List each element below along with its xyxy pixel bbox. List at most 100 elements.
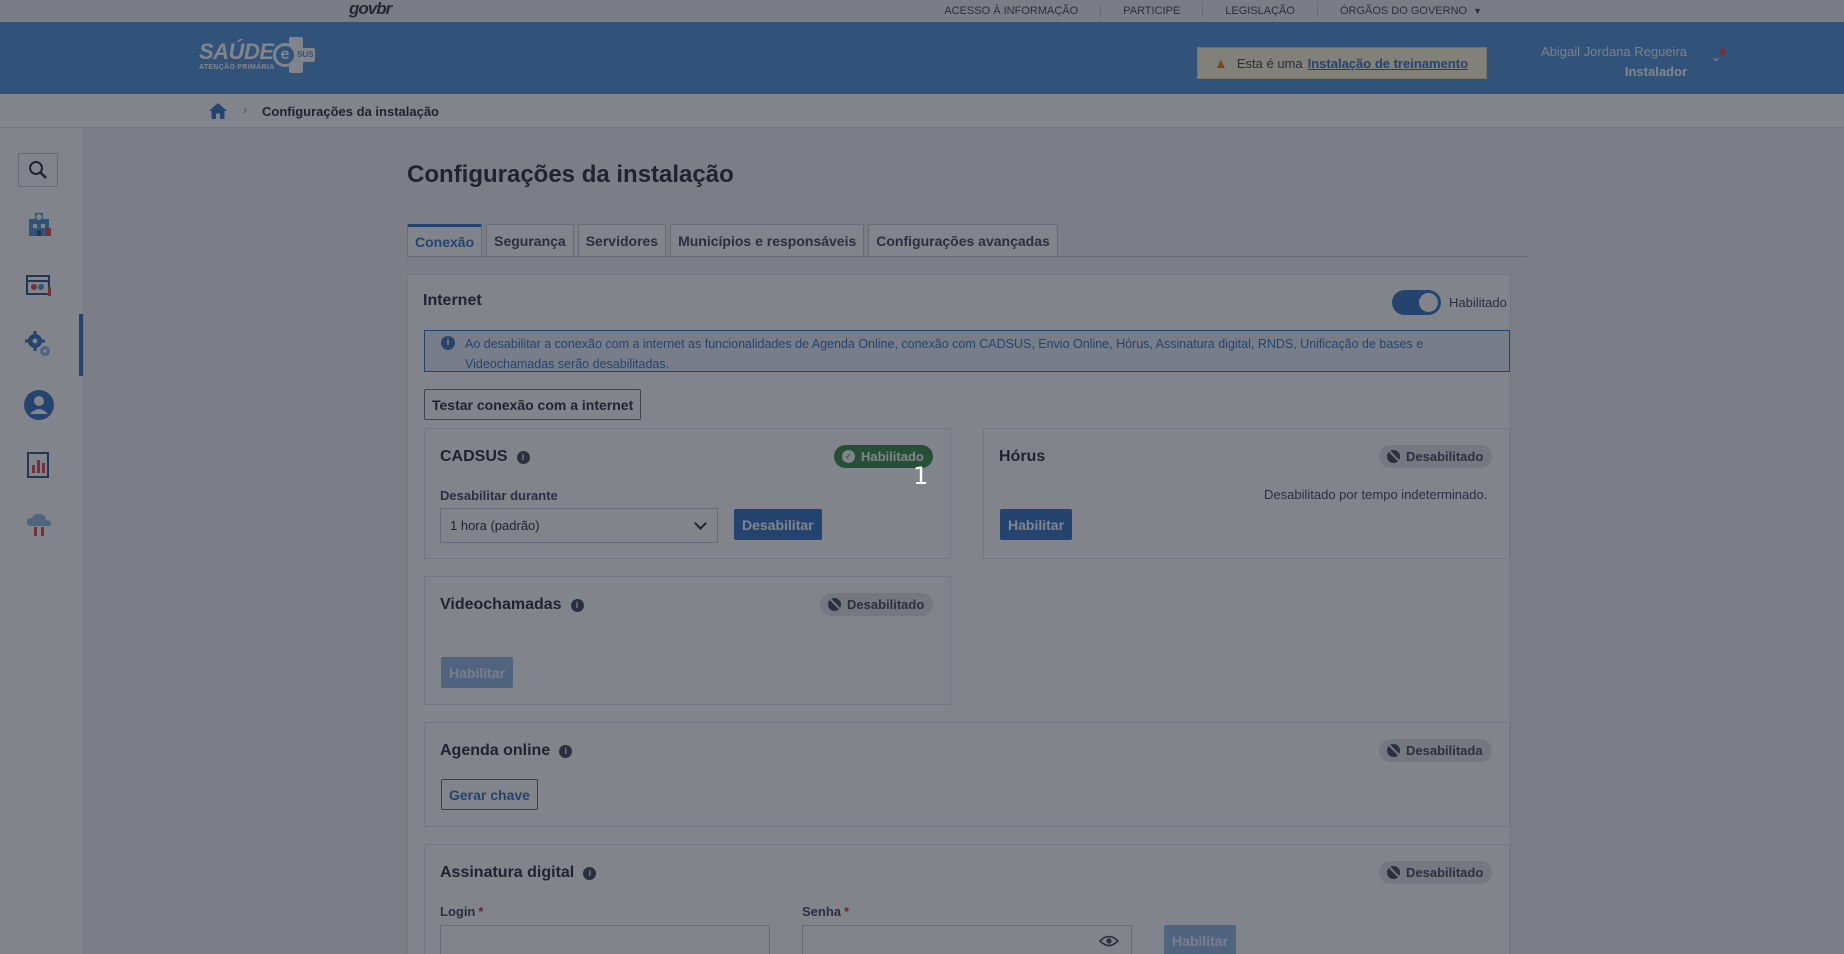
- disable-during-label: Desabilitar durante: [440, 488, 558, 503]
- horus-title: Hórus: [999, 448, 1046, 465]
- horus-status-badge: Desabilitado: [1379, 445, 1493, 468]
- agenda-card: [424, 722, 1510, 827]
- tab-seguranca[interactable]: Segurança: [486, 224, 574, 257]
- govbr-logo[interactable]: govbr: [349, 0, 392, 18]
- gov-links: ACESSO À INFORMAÇÃO PARTICIPE LEGISLAÇÃO…: [922, 0, 1504, 22]
- reports-icon[interactable]: [18, 444, 60, 486]
- videochamadas-status-text: Desabilitado: [847, 597, 925, 612]
- step-marker: 1: [913, 462, 929, 490]
- gov-link-orgaos-label: ÓRGÃOS DO GOVERNO: [1339, 5, 1468, 17]
- training-link[interactable]: Instalação de treinamento: [1308, 56, 1468, 71]
- training-banner: ▲ Esta é uma Instalação de treinamento: [1197, 47, 1487, 79]
- settings-icon[interactable]: [18, 324, 60, 366]
- agenda-status-badge: Desabilitada: [1379, 739, 1492, 762]
- breadcrumb-separator-icon: ›: [243, 103, 247, 117]
- training-prefix: Esta é uma: [1236, 55, 1303, 71]
- tab-bar: Conexão Segurança Servidores Municípios …: [407, 224, 1058, 257]
- warning-icon: ▲: [1214, 55, 1228, 71]
- videochamadas-title-text: Videochamadas: [440, 596, 562, 613]
- assinatura-status-text: Desabilitado: [1406, 865, 1484, 880]
- senha-label-text: Senha: [802, 904, 842, 919]
- info-icon[interactable]: i: [570, 598, 584, 612]
- page-title: Configurações da instalação: [407, 161, 734, 188]
- senha-input[interactable]: [802, 925, 1132, 954]
- disabled-icon: [828, 598, 841, 611]
- user-name: Abigail Jordana Regueira: [1541, 44, 1687, 59]
- assinatura-title: Assinatura digital i: [440, 864, 597, 882]
- chevron-down-icon: ▼: [1473, 6, 1482, 16]
- user-role: Instalador: [1624, 64, 1687, 79]
- assinatura-status-badge: Desabilitado: [1379, 861, 1493, 884]
- chevron-down-icon: [694, 517, 707, 530]
- user-menu[interactable]: Abigail Jordana Regueira Instalador: [1541, 44, 1687, 79]
- user-icon[interactable]: [18, 384, 60, 426]
- gov-bar: govbr ACESSO À INFORMAÇÃO PARTICIPE LEGI…: [0, 0, 1844, 22]
- info-text: Ao desabilitar a conexão com a internet …: [465, 337, 1424, 371]
- sidebar: [0, 128, 84, 954]
- search-icon[interactable]: [18, 153, 58, 187]
- cloud-sync-icon[interactable]: [18, 504, 60, 546]
- required-mark: *: [478, 904, 484, 919]
- brand-e: e: [273, 43, 297, 67]
- videochamadas-enable-button[interactable]: Habilitar: [441, 657, 514, 688]
- login-label-text: Login: [440, 904, 476, 919]
- agenda-status-text: Desabilitada: [1406, 743, 1483, 758]
- disabled-icon: [1387, 744, 1400, 757]
- senha-label: Senha *: [802, 904, 849, 919]
- login-input[interactable]: [440, 925, 770, 954]
- assinatura-title-text: Assinatura digital: [440, 864, 575, 881]
- gov-link-orgaos[interactable]: ÓRGÃOS DO GOVERNO ▼: [1316, 4, 1504, 18]
- internet-title: Internet: [423, 292, 482, 309]
- info-icon[interactable]: i: [516, 450, 530, 464]
- horus-note: Desabilitado por tempo indeterminado.: [1264, 487, 1488, 502]
- unit-icon[interactable]: [18, 204, 60, 246]
- internet-toggle[interactable]: [1392, 290, 1441, 315]
- sidebar-active-indicator: [79, 314, 83, 376]
- info-icon[interactable]: i: [559, 744, 573, 758]
- horus-status-text: Desabilitado: [1406, 449, 1484, 464]
- brand-title: SAÚDE: [199, 39, 274, 64]
- videochamadas-status-badge: Desabilitado: [820, 593, 934, 616]
- disabled-icon: [1387, 866, 1400, 879]
- schedule-icon[interactable]: [18, 264, 60, 306]
- agenda-title-text: Agenda online: [440, 742, 551, 759]
- assinatura-enable-button[interactable]: Habilitar: [1164, 925, 1237, 954]
- tab-conexao[interactable]: Conexão: [407, 224, 483, 257]
- gov-link-legislacao[interactable]: LEGISLAÇÃO: [1202, 4, 1317, 18]
- login-label: Login *: [440, 904, 483, 919]
- gov-link-participe[interactable]: PARTICIPE: [1100, 4, 1202, 18]
- toggle-knob: [1419, 293, 1438, 312]
- info-alert: i Ao desabilitar a conexão com a interne…: [424, 330, 1510, 372]
- tab-configuracoes-avancadas[interactable]: Configurações avançadas: [868, 224, 1058, 257]
- cadsus-disable-button[interactable]: Desabilitar: [734, 509, 822, 540]
- info-icon[interactable]: i: [583, 866, 597, 880]
- required-mark: *: [844, 904, 850, 919]
- brand-subtitle: ATENÇÃO PRIMÁRIA: [199, 64, 275, 71]
- gov-link-acesso[interactable]: ACESSO À INFORMAÇÃO: [922, 4, 1100, 18]
- info-icon: i: [441, 336, 455, 350]
- notification-dot: [1719, 48, 1726, 55]
- breadcrumb: › Configurações da instalação: [0, 94, 1844, 128]
- check-icon: ✓: [842, 450, 855, 463]
- internet-toggle-label: Habilitado: [1449, 295, 1507, 310]
- esus-logo[interactable]: SAÚDE ATENÇÃO PRIMÁRIA e SUS: [199, 37, 315, 73]
- eye-icon[interactable]: [1099, 934, 1119, 948]
- home-icon[interactable]: [208, 102, 228, 120]
- tab-divider: [407, 256, 1527, 257]
- disable-duration-select[interactable]: 1 hora (padrão): [440, 508, 718, 543]
- disable-duration-value: 1 hora (padrão): [450, 518, 540, 533]
- horus-enable-button[interactable]: Habilitar: [1000, 509, 1073, 540]
- brand-cross-icon: e SUS: [273, 37, 315, 73]
- cadsus-title-text: CADSUS: [440, 448, 508, 465]
- test-connection-button[interactable]: Testar conexão com a internet: [424, 389, 642, 420]
- app-header: SAÚDE ATENÇÃO PRIMÁRIA e SUS ▲ Esta é um…: [0, 22, 1844, 94]
- tab-servidores[interactable]: Servidores: [577, 224, 667, 257]
- videochamadas-title: Videochamadas i: [440, 596, 584, 614]
- cadsus-title: CADSUS i: [440, 448, 530, 466]
- tab-municipios[interactable]: Municípios e responsáveis: [670, 224, 865, 257]
- breadcrumb-current: Configurações da instalação: [262, 104, 439, 119]
- disabled-icon: [1387, 450, 1400, 463]
- brand-sus: SUS: [297, 50, 314, 59]
- agenda-title: Agenda online i: [440, 742, 573, 760]
- generate-key-button[interactable]: Gerar chave: [441, 779, 538, 810]
